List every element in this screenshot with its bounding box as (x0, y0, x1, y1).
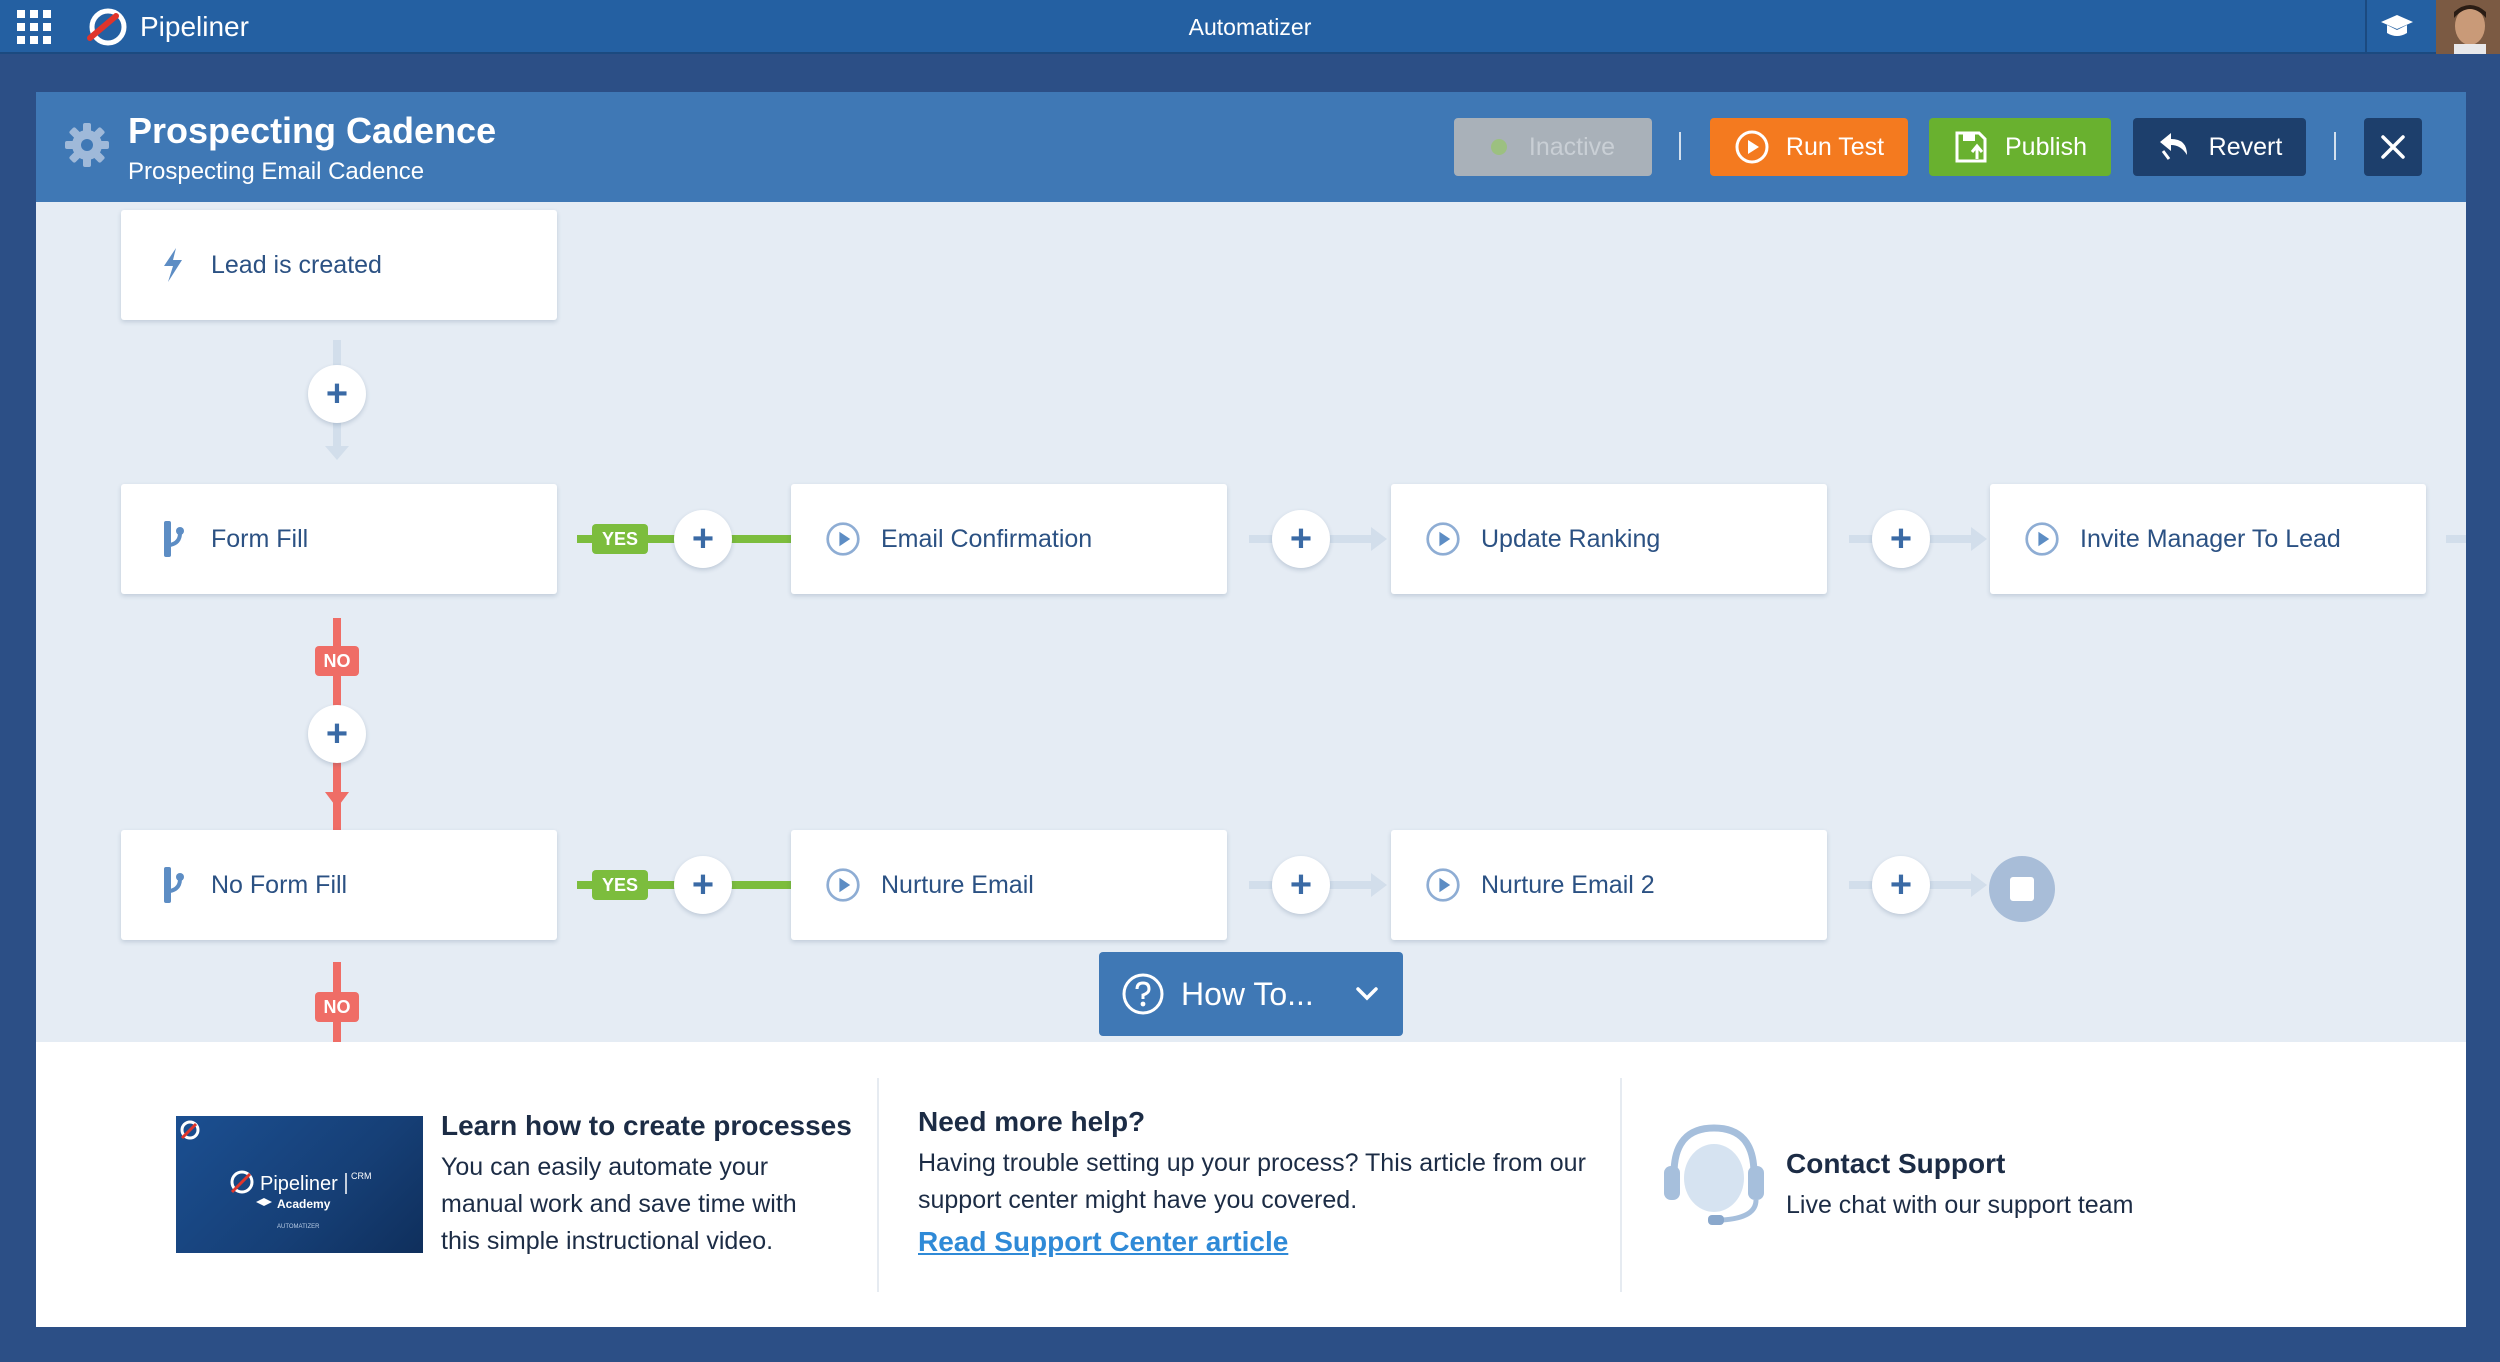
connector-arrow (1371, 873, 1387, 897)
how-to-label: How To... (1181, 975, 1314, 1012)
add-step-button[interactable]: + (1272, 856, 1330, 914)
play-circle-icon (825, 867, 861, 903)
no-connector-arrow (325, 792, 349, 808)
action-card[interactable]: Update Ranking (1391, 484, 1827, 594)
thumbnail-product: AUTOMATIZER (277, 1224, 320, 1230)
action-card[interactable]: Email Confirmation (791, 484, 1227, 594)
condition-label: No Form Fill (211, 870, 348, 899)
process-header: Prospecting Cadence Prospecting Email Ca… (36, 92, 2466, 202)
help-section: Pipeliner CRM Academy AUTOMATIZER Learn … (36, 1042, 2466, 1327)
play-circle-icon (825, 521, 861, 557)
lightning-icon (155, 247, 191, 283)
connector-arrow (1371, 527, 1387, 551)
headset-icon[interactable] (1660, 1120, 1768, 1232)
trigger-card[interactable]: Lead is created (121, 210, 557, 320)
gear-icon[interactable] (62, 120, 112, 170)
branch-icon (155, 867, 191, 903)
no-tag: NO (315, 646, 359, 676)
question-circle-icon (1122, 973, 1164, 1015)
top-bar: Pipeliner Automatizer (0, 0, 2500, 54)
end-stop-icon[interactable] (1989, 856, 2055, 922)
process-title: Prospecting Cadence (128, 110, 497, 151)
learn-text: You can easily automate your manual work… (441, 1153, 797, 1255)
action-card[interactable]: Nurture Email (791, 830, 1227, 940)
action-label: Email Confirmation (881, 524, 1093, 553)
condition-card-no-form-fill[interactable]: No Form Fill (121, 830, 557, 940)
condition-label: Form Fill (211, 524, 309, 553)
revert-button[interactable]: Revert (2133, 118, 2306, 176)
brand-name: Pipeliner (140, 11, 249, 42)
play-circle-icon (2024, 521, 2060, 557)
pipeliner-logo-icon (87, 8, 127, 46)
support-center-link[interactable]: Read Support Center article (918, 1226, 1288, 1258)
run-test-label: Run Test (1785, 132, 1885, 161)
thumbnail-crm: CRM (351, 1171, 372, 1181)
inactive-label: Inactive (1528, 132, 1616, 161)
action-label: Invite Manager To Lead (2080, 524, 2341, 553)
action-label: Update Ranking (1481, 524, 1661, 553)
action-card[interactable]: Nurture Email 2 (1391, 830, 1827, 940)
contact-support-text: Live chat with our support team (1786, 1191, 2134, 1219)
add-step-button[interactable]: + (1272, 510, 1330, 568)
condition-card-form-fill[interactable]: Form Fill (121, 484, 557, 594)
connector-arrow (325, 446, 349, 460)
academy-video-thumbnail[interactable]: Pipeliner CRM Academy AUTOMATIZER (176, 1116, 423, 1253)
revert-icon (2159, 133, 2187, 160)
header-divider (1679, 132, 1681, 160)
process-subtitle: Prospecting Email Cadence (128, 158, 425, 185)
academy-icon[interactable] (2375, 9, 2419, 45)
add-step-button[interactable]: + (308, 365, 366, 423)
no-tag: NO (315, 992, 359, 1022)
play-circle-icon (1425, 867, 1461, 903)
connector-line (2446, 535, 2466, 543)
branch-icon (155, 521, 191, 557)
publish-button[interactable]: Publish (1929, 118, 2111, 176)
status-dot-icon (1490, 139, 1507, 155)
need-help-text: Having trouble setting up your process? … (918, 1149, 1586, 1214)
action-card[interactable]: Invite Manager To Lead (1990, 484, 2426, 594)
app-title: Automatizer (1188, 14, 1312, 40)
run-test-button[interactable]: Run Test (1710, 118, 1908, 176)
close-button[interactable] (2364, 118, 2422, 176)
action-label: Nurture Email (881, 870, 1034, 899)
chevron-down-icon (1356, 987, 1378, 1001)
learn-title: Learn how to create processes (441, 1110, 852, 1141)
pipeliner-logo[interactable]: Pipeliner (86, 8, 249, 46)
how-to-dropdown[interactable]: How To... (1099, 952, 1403, 1036)
apps-grid-icon[interactable] (0, 0, 67, 54)
add-step-button[interactable]: + (674, 510, 732, 568)
process-editor-panel: Prospecting Cadence Prospecting Email Ca… (36, 92, 2466, 1327)
revert-label: Revert (2208, 132, 2283, 161)
thumbnail-academy: Academy (277, 1197, 331, 1211)
need-help-title: Need more help? (918, 1106, 1146, 1137)
inactive-toggle-button[interactable]: Inactive (1454, 118, 1652, 176)
trigger-label: Lead is created (211, 250, 382, 279)
help-divider (877, 1078, 879, 1292)
contact-support-title: Contact Support (1786, 1148, 2006, 1179)
user-avatar[interactable] (2436, 0, 2500, 54)
yes-tag: YES (592, 524, 648, 554)
close-icon (2381, 135, 2405, 159)
play-circle-icon (1425, 521, 1461, 557)
connector-arrow (1971, 527, 1987, 551)
connector-arrow (1971, 873, 1987, 897)
publish-label: Publish (2005, 132, 2087, 161)
add-step-button[interactable]: + (308, 705, 366, 763)
play-circle-icon (1735, 130, 1769, 164)
topbar-divider (2365, 0, 2367, 54)
add-step-button[interactable]: + (674, 856, 732, 914)
header-divider (2334, 132, 2336, 160)
add-step-button[interactable]: + (1872, 856, 1930, 914)
action-label: Nurture Email 2 (1481, 870, 1655, 899)
thumbnail-brand: Pipeliner (260, 1173, 338, 1195)
save-upload-icon (1955, 131, 1987, 163)
help-divider (1620, 1078, 1622, 1292)
yes-tag: YES (592, 870, 648, 900)
add-step-button[interactable]: + (1872, 510, 1930, 568)
